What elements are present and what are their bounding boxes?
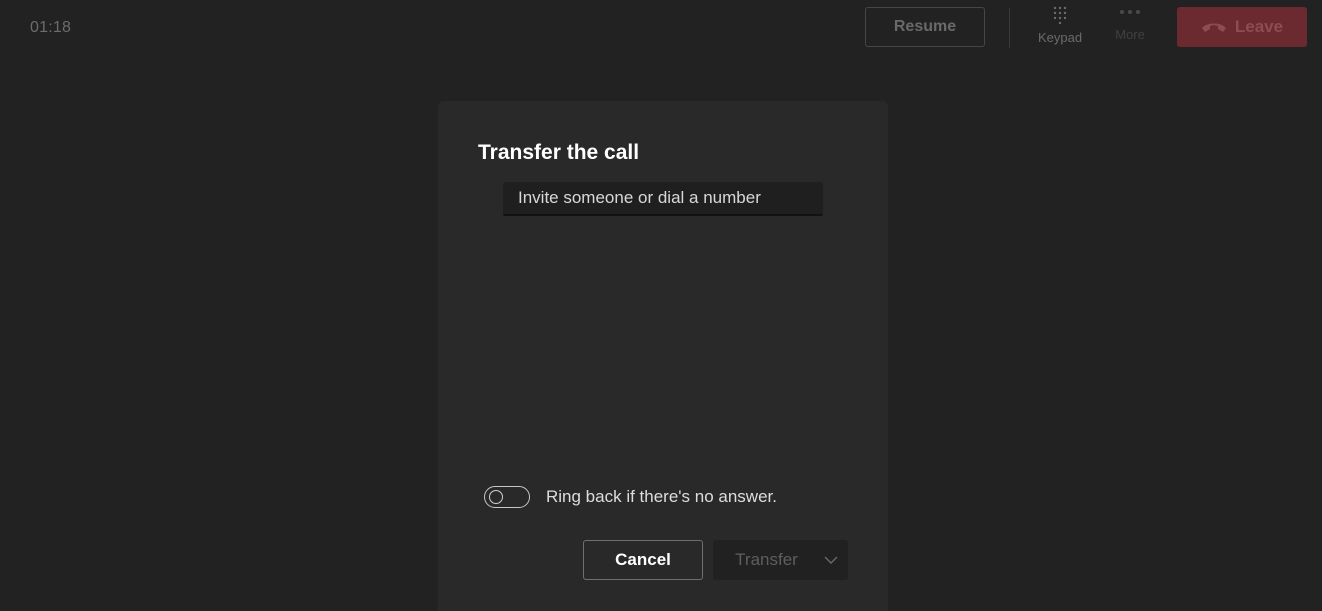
more-button[interactable]: More — [1100, 6, 1160, 54]
invite-input[interactable] — [503, 182, 823, 214]
dialog-title: Transfer the call — [478, 141, 640, 164]
cancel-button[interactable]: Cancel — [583, 540, 703, 580]
invite-field[interactable] — [503, 182, 823, 216]
transfer-label: Transfer — [735, 550, 798, 569]
keypad-label: Keypad — [1037, 30, 1083, 45]
transfer-dialog: Transfer the call Ring back if there's n… — [438, 101, 888, 611]
resume-button[interactable]: Resume — [865, 7, 985, 47]
call-timer: 01:18 — [30, 19, 72, 36]
chevron-down-icon — [824, 556, 838, 564]
more-label: More — [1115, 27, 1145, 42]
ring-back-row: Ring back if there's no answer. — [484, 486, 777, 508]
toolbar-divider — [1009, 8, 1010, 48]
dialpad-icon — [1053, 6, 1067, 24]
call-screen: 01:18 Resume Keypad More Leave Transfer … — [0, 0, 1322, 611]
ellipsis-icon — [1120, 10, 1140, 14]
ring-back-toggle[interactable] — [484, 486, 530, 508]
transfer-button[interactable]: Transfer — [713, 540, 848, 580]
hang-up-icon — [1201, 23, 1226, 32]
toggle-knob — [489, 490, 503, 504]
leave-button[interactable]: Leave — [1177, 7, 1307, 47]
leave-label: Leave — [1234, 17, 1284, 36]
transfer-options-button[interactable] — [814, 540, 848, 580]
ring-back-label: Ring back if there's no answer. — [546, 487, 777, 506]
keypad-button[interactable]: Keypad — [1030, 6, 1090, 54]
